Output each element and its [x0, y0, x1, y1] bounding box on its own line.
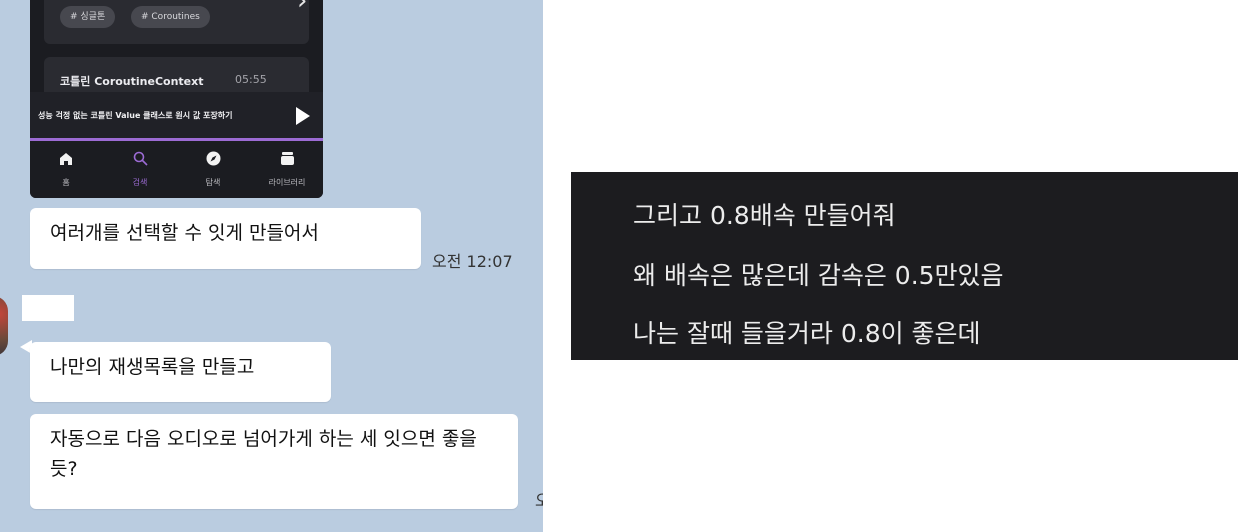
mini-player[interactable]: 성능 걱정 없는 코틀린 Value 클래스로 원시 값 포장하기	[30, 92, 323, 140]
chat-panel: # 싱글톤 # Coroutines › 코틀린 CoroutineContex…	[0, 0, 543, 532]
chevron-right-icon[interactable]: ›	[297, 0, 307, 16]
episode-duration: 05:55	[235, 73, 267, 86]
sender-name	[22, 295, 74, 321]
tab-library[interactable]: 라이브러리	[257, 151, 317, 188]
message-bubble[interactable]: 나만의 재생목록을 만들고	[30, 342, 331, 402]
library-icon	[257, 151, 317, 171]
episode-title: 코틀린 CoroutineContext	[60, 75, 204, 88]
episode-item[interactable]: 코틀린 CoroutineContext 05:55	[44, 57, 309, 97]
compass-icon	[183, 151, 243, 171]
message-timestamp: 오	[535, 491, 543, 510]
tab-home[interactable]: 홈	[36, 151, 96, 188]
message-text: 자동으로 다음 오디오로 넘어가게 하는 세 잇으면 좋을듯?	[50, 428, 477, 480]
message-bubble[interactable]: 자동으로 다음 오디오로 넘어가게 하는 세 잇으면 좋을듯?	[30, 414, 518, 509]
search-icon	[110, 151, 170, 171]
shared-app-screenshot[interactable]: # 싱글톤 # Coroutines › 코틀린 CoroutineContex…	[30, 0, 323, 198]
play-icon[interactable]	[296, 107, 310, 125]
message-timestamp: 오전 12:07	[432, 252, 513, 271]
now-playing-title: 성능 걱정 없는 코틀린 Value 클래스로 원시 값 포장하기	[38, 111, 233, 120]
tab-label: 홈	[62, 178, 70, 187]
note-line: 그리고 0.8배속 만들어줘	[633, 201, 896, 230]
feedback-text-panel: 그리고 0.8배속 만들어줘 왜 배속은 많은데 감속은 0.5만있음 나는 잘…	[571, 172, 1238, 360]
message-text: 나만의 재생목록을 만들고	[50, 356, 255, 378]
tab-label: 라이브러리	[268, 178, 306, 187]
home-icon	[36, 151, 96, 171]
tag-chip[interactable]: # 싱글톤	[60, 6, 116, 28]
note-line: 왜 배속은 많은데 감속은 0.5만있음	[633, 261, 1004, 290]
bottom-tab-bar: 홈 검색 탐색 라이브러리	[30, 141, 323, 198]
tab-label: 검색	[132, 178, 148, 187]
note-line: 나는 잘때 들을거라 0.8이 좋은데	[633, 319, 981, 348]
tab-search[interactable]: 검색	[110, 151, 170, 188]
message-bubble[interactable]: 여러개를 선택할 수 잇게 만들어서	[30, 208, 421, 269]
tag-chip[interactable]: # Coroutines	[131, 6, 210, 28]
tab-explore[interactable]: 탐색	[183, 151, 243, 188]
avatar[interactable]	[0, 296, 8, 356]
tab-label: 탐색	[205, 178, 221, 187]
message-text: 여러개를 선택할 수 잇게 만들어서	[50, 222, 319, 244]
episode-card[interactable]: # 싱글톤 # Coroutines ›	[44, 0, 309, 44]
